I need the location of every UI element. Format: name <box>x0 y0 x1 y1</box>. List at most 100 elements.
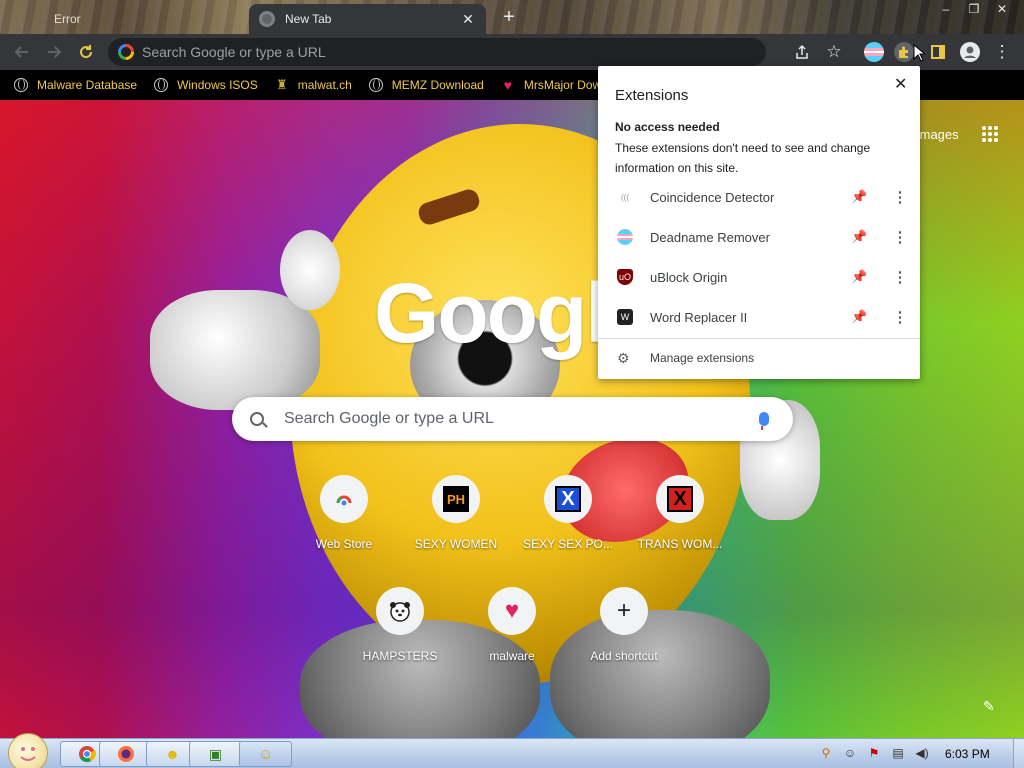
volume-tray-icon[interactable]: ◀) <box>914 745 930 761</box>
ublock-origin-icon: uO <box>617 269 633 285</box>
shortcut-tile: X <box>656 475 704 523</box>
bookmark-label: malwat.ch <box>297 78 352 92</box>
close-window-button[interactable]: ✕ <box>988 2 1016 16</box>
bookmark-windows-isos[interactable]: Windows ISOS <box>154 78 258 92</box>
tab-title: Error <box>54 12 81 26</box>
extension-row-ublock-origin[interactable]: uO uBlock Origin 📌 ⋮ <box>598 257 920 297</box>
side-panel-icon <box>931 45 945 59</box>
bookmark-label: MEMZ Download <box>391 78 484 92</box>
address-bar[interactable]: Search Google or type a URL <box>108 38 766 66</box>
shortcut-trans-wom[interactable]: X TRANS WOM... <box>624 459 736 555</box>
more-options-icon[interactable]: ⋮ <box>892 188 908 206</box>
chrome-menu-button[interactable]: ⋮ <box>990 40 1014 64</box>
customize-pencil-icon[interactable]: ✎ <box>983 698 999 714</box>
shortcut-malware[interactable]: ♥ malware <box>456 571 568 667</box>
profile-button[interactable] <box>958 40 982 64</box>
laughing-emoji-icon: ☺ <box>257 745 274 763</box>
more-options-icon[interactable]: ⋮ <box>892 308 908 326</box>
globe-icon <box>14 78 28 92</box>
shortcut-sexy-sex-po[interactable]: X SEXY SEX PO... <box>512 459 624 555</box>
emoji-tray-icon[interactable]: ☺ <box>842 745 858 761</box>
shortcut-hampsters[interactable]: HAMPSTERS <box>344 571 456 667</box>
ntp-search-box[interactable]: Search Google or type a URL <box>232 397 793 441</box>
smiley-face-icon <box>20 747 36 761</box>
arrow-left-icon <box>14 46 28 58</box>
close-icon[interactable]: ✕ <box>894 74 907 94</box>
search-tray-icon[interactable]: ⚲ <box>818 745 834 761</box>
bookmark-memz-download[interactable]: MEMZ Download <box>368 78 484 92</box>
bookmark-malwatch[interactable]: ♜ malwat.ch <box>275 77 352 92</box>
globe-icon <box>154 78 169 92</box>
bookmark-star-button[interactable]: ☆ <box>822 40 846 64</box>
share-button[interactable] <box>790 40 814 64</box>
images-link[interactable]: Images <box>916 127 959 142</box>
bookmark-label: Windows ISOS <box>177 78 258 92</box>
shortcut-add[interactable]: + Add shortcut <box>568 571 680 667</box>
toolbar: Search Google or type a URL ☆ ⋮ <box>0 34 1024 70</box>
forward-button[interactable] <box>42 40 66 64</box>
bookmark-malware-database[interactable]: Malware Database <box>14 78 137 92</box>
show-desktop-button[interactable] <box>1013 739 1024 768</box>
extension-row-coincidence-detector[interactable]: ((( Coincidence Detector 📌 ⋮ <box>598 177 920 217</box>
hand-left-shape <box>150 290 320 410</box>
extension-row-deadname-remover[interactable]: Deadname Remover 📌 ⋮ <box>598 217 920 257</box>
hamster-icon <box>390 602 410 622</box>
search-icon <box>250 412 264 426</box>
heart-icon: ♥ <box>504 597 520 624</box>
deadname-remover-icon <box>617 229 633 245</box>
chrome-icon <box>78 746 96 763</box>
start-button[interactable] <box>8 733 48 768</box>
restore-button[interactable]: ❐ <box>960 2 988 16</box>
new-tab-button[interactable]: + <box>498 7 520 29</box>
tab-title: New Tab <box>285 12 332 26</box>
pin-icon[interactable]: 📌 <box>851 269 867 285</box>
extension-name: Deadname Remover <box>650 229 770 245</box>
photos-app-icon: ▣ <box>208 745 223 762</box>
deadname-remover-toolbar-icon[interactable] <box>864 42 884 62</box>
extensions-button[interactable] <box>894 42 914 62</box>
shortcut-sexy-women[interactable]: PH SEXY WOMEN <box>400 459 512 555</box>
side-panel-button[interactable] <box>926 40 950 64</box>
taskbar-app4-button[interactable]: ▣ <box>189 741 242 767</box>
shortcut-label: TRANS WOM... <box>637 537 723 551</box>
extensions-popup: Extensions ✕ No access needed These exte… <box>598 66 920 379</box>
section-title: No access needed <box>615 120 720 134</box>
more-options-icon[interactable]: ⋮ <box>892 268 908 286</box>
shortcut-label: SEXY WOMEN <box>414 537 498 551</box>
network-tray-icon[interactable]: ▤ <box>890 745 906 761</box>
shortcut-label: Add shortcut <box>590 649 658 663</box>
tab-close-icon[interactable]: ✕ <box>460 11 476 28</box>
taskbar-app5-button[interactable]: ☺ <box>239 741 292 767</box>
taskbar-clock[interactable]: 6:03 PM <box>945 747 990 761</box>
word-replacer-icon: W <box>617 309 633 325</box>
x-logo-red-icon: X <box>667 486 693 512</box>
reload-icon <box>80 45 93 59</box>
trophy-icon: ♜ <box>275 77 288 92</box>
bookmark-mrsmajor-download[interactable]: ♥ MrsMajor Dow <box>501 77 602 93</box>
chrome-favicon-icon <box>259 11 275 27</box>
reload-button[interactable] <box>74 40 98 64</box>
minimize-button[interactable]: – <box>932 2 960 16</box>
manage-extensions-label: Manage extensions <box>650 351 755 365</box>
tab-error[interactable]: Error <box>0 4 248 34</box>
tab-new-tab[interactable]: New Tab ✕ <box>249 4 486 34</box>
extension-row-word-replacer-ii[interactable]: W Word Replacer II 📌 ⋮ <box>598 297 920 337</box>
pin-icon[interactable]: 📌 <box>851 309 867 325</box>
flag-alert-tray-icon[interactable]: ⚑ <box>866 745 882 761</box>
web-store-icon <box>335 495 353 508</box>
shortcut-tile: + <box>600 587 648 635</box>
back-button[interactable] <box>10 40 34 64</box>
shortcut-web-store[interactable]: Web Store <box>288 459 400 555</box>
manage-extensions-button[interactable]: ⚙ Manage extensions <box>598 338 920 378</box>
more-options-icon[interactable]: ⋮ <box>892 228 908 246</box>
extension-name: Word Replacer II <box>650 309 748 325</box>
popup-title: Extensions <box>615 87 689 104</box>
taskbar-firefox-button[interactable] <box>99 741 152 767</box>
star-icon: ☆ <box>826 42 842 61</box>
microphone-icon[interactable] <box>759 412 769 430</box>
pin-icon-active[interactable]: 📌 <box>851 229 867 245</box>
google-apps-icon[interactable] <box>982 126 998 142</box>
pin-icon[interactable]: 📌 <box>851 189 867 205</box>
heart-icon: ♥ <box>503 77 512 93</box>
shortcut-tile <box>320 475 368 523</box>
